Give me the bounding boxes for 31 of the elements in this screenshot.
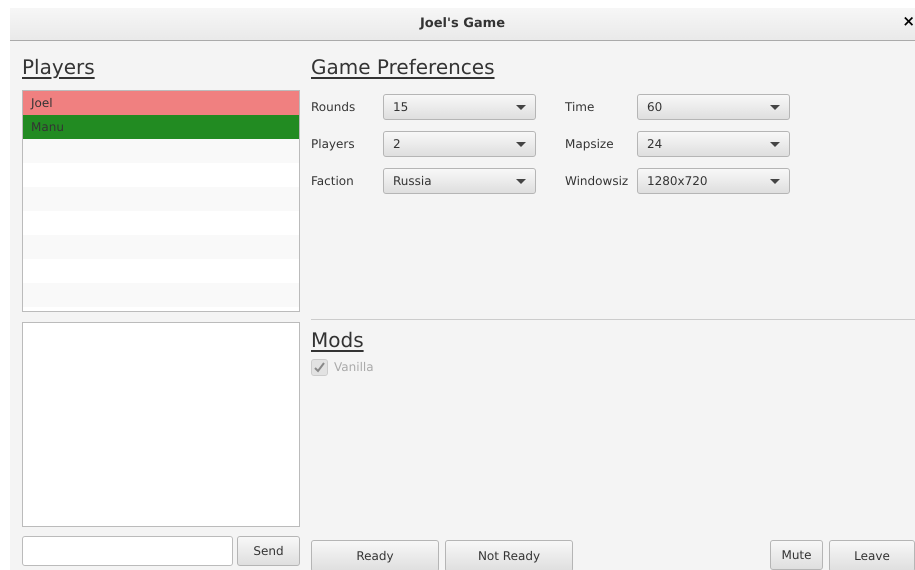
section-heading: Game Preferences — [311, 55, 496, 79]
section-heading: Mods — [311, 328, 365, 352]
caret-icon — [516, 104, 526, 110]
close-button[interactable]: × — [902, 14, 915, 29]
field-label: Windowsiz — [565, 173, 630, 190]
window-title: Joel's Game — [420, 15, 506, 34]
dropdown[interactable]: 60 — [637, 94, 790, 120]
caret-icon — [770, 142, 780, 146]
ready-button[interactable]: Ready — [311, 540, 439, 570]
field-label: Faction — [311, 173, 355, 190]
caret-icon — [516, 142, 526, 146]
dropdown[interactable]: 24 — [637, 131, 790, 157]
checkbox-label: Vanilla — [334, 359, 374, 376]
dropdown[interactable]: 15 — [383, 94, 536, 120]
mute-button[interactable]: Mute — [770, 540, 823, 570]
field-label: Rounds — [311, 99, 356, 116]
leave-button[interactable]: Leave — [829, 540, 915, 570]
field-label: Time — [565, 99, 596, 116]
send-button[interactable]: Send — [237, 536, 300, 566]
chat-input-field[interactable] — [22, 536, 233, 566]
caret-icon — [770, 104, 780, 110]
field-label: Players — [311, 136, 356, 153]
dropdown[interactable]: 1280x720 — [637, 168, 790, 194]
caret-icon — [770, 178, 780, 184]
field-label: Mapsize — [565, 136, 615, 153]
dropdown[interactable]: 2 — [383, 131, 536, 157]
not-ready-button[interactable]: Not Ready — [445, 540, 573, 570]
section-heading: Players — [22, 55, 96, 79]
player-row[interactable]: Joel — [23, 91, 299, 115]
caret-icon — [516, 178, 526, 184]
dropdown[interactable]: Russia — [383, 168, 536, 194]
